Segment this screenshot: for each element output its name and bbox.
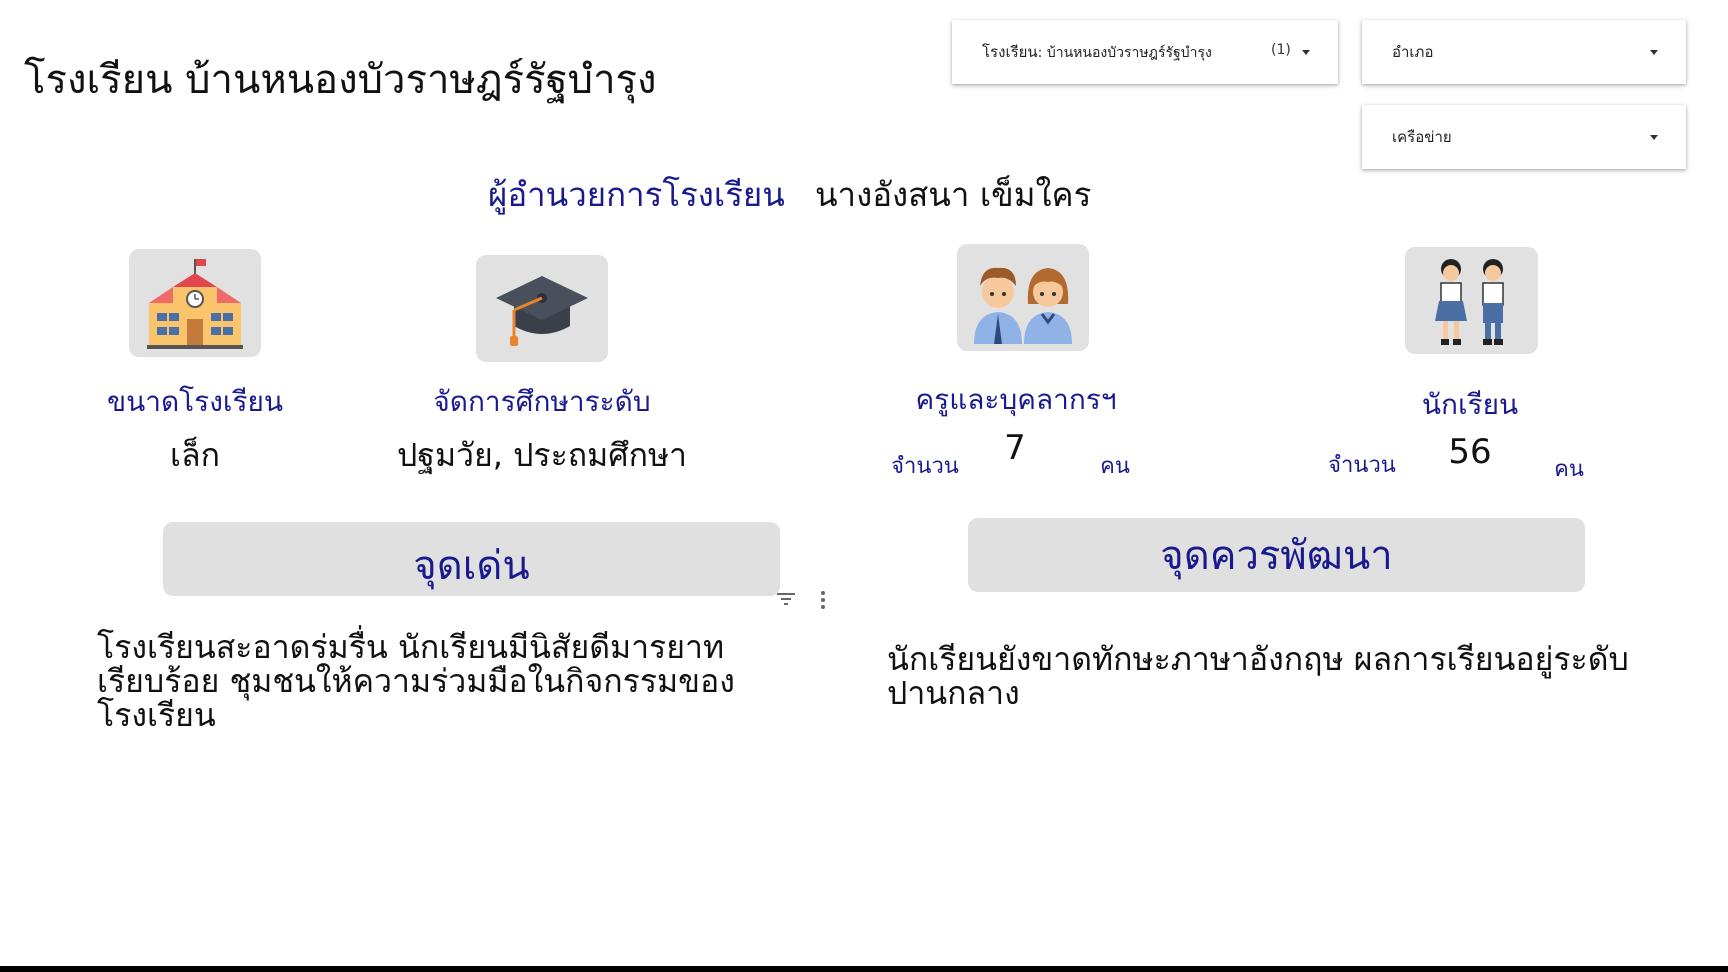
district-filter-label: อำเภอ bbox=[1392, 43, 1434, 61]
school-filter-count: (1) bbox=[1271, 42, 1291, 58]
more-options-icon[interactable] bbox=[818, 590, 828, 610]
students-icon bbox=[1434, 258, 1504, 345]
district-filter-dropdown[interactable]: อำเภอ bbox=[1362, 20, 1686, 84]
students-count-prefix: จำนวน bbox=[1328, 453, 1396, 478]
teachers-label: ครูและบุคลากรฯ bbox=[915, 383, 1117, 416]
network-filter-dropdown[interactable]: เครือข่าย bbox=[1362, 105, 1686, 169]
school-building-icon bbox=[147, 259, 243, 349]
students-count-value: 56 bbox=[1448, 432, 1492, 472]
report-canvas: โรงเรียน บ้านหนองบัวราษฎร์รัฐบำรุง โรงเร… bbox=[0, 0, 1728, 966]
education-level-label: จัดการศึกษาระดับ bbox=[433, 385, 651, 418]
school-size-tile bbox=[129, 249, 261, 357]
improvements-header: จุดควรพัฒนา bbox=[968, 518, 1585, 592]
school-size-value: เล็ก bbox=[170, 436, 220, 474]
teachers-tile bbox=[957, 244, 1089, 351]
education-level-value: ปฐมวัย, ประถมศึกษา bbox=[396, 436, 688, 474]
director-label: ผู้อำนวยการโรงเรียน bbox=[488, 175, 785, 214]
teachers-icon bbox=[974, 267, 1072, 344]
school-filter-dropdown[interactable]: โรงเรียน: บ้านหนองบัวราษฎร์รัฐบำรุง (1) bbox=[952, 20, 1338, 84]
strengths-title: จุดเด่น bbox=[413, 543, 530, 589]
page-title: โรงเรียน บ้านหนองบัวราษฎร์รัฐบำรุง bbox=[24, 57, 657, 103]
strengths-text: โรงเรียนสะอาดร่มรื่น นักเรียนมีนิสัยดีมา… bbox=[97, 628, 735, 734]
improvements-text: นักเรียนยังขาดทักษะภาษาอังกฤษ ผลการเรียน… bbox=[887, 640, 1629, 712]
teachers-count-unit: คน bbox=[1100, 454, 1130, 479]
students-tile bbox=[1405, 247, 1538, 354]
graduation-cap-icon bbox=[496, 275, 588, 346]
school-filter-value: : บ้านหนองบัวราษฎร์รัฐบำรุง bbox=[1037, 45, 1212, 61]
school-filter-label: โรงเรียน: บ้านหนองบัวราษฎร์รัฐบำรุง bbox=[982, 40, 1212, 64]
network-filter-label: เครือข่าย bbox=[1392, 128, 1452, 146]
chevron-down-icon[interactable] bbox=[1302, 50, 1310, 55]
strengths-header: จุดเด่น bbox=[163, 522, 780, 596]
students-label: นักเรียน bbox=[1421, 388, 1519, 421]
chevron-down-icon[interactable] bbox=[1650, 135, 1658, 140]
students-count-unit: คน bbox=[1554, 457, 1584, 482]
director-name: นางอังสนา เข็มใคร bbox=[815, 175, 1092, 214]
school-filter-prefix: โรงเรียน bbox=[982, 43, 1038, 61]
improvements-title: จุดควรพัฒนา bbox=[1160, 533, 1393, 579]
filter-icon[interactable] bbox=[776, 591, 796, 607]
chevron-down-icon[interactable] bbox=[1650, 50, 1658, 55]
school-size-label: ขนาดโรงเรียน bbox=[106, 385, 284, 418]
teachers-count-value: 7 bbox=[1004, 428, 1026, 468]
teachers-count-prefix: จำนวน bbox=[891, 454, 959, 479]
education-level-tile bbox=[476, 255, 608, 362]
